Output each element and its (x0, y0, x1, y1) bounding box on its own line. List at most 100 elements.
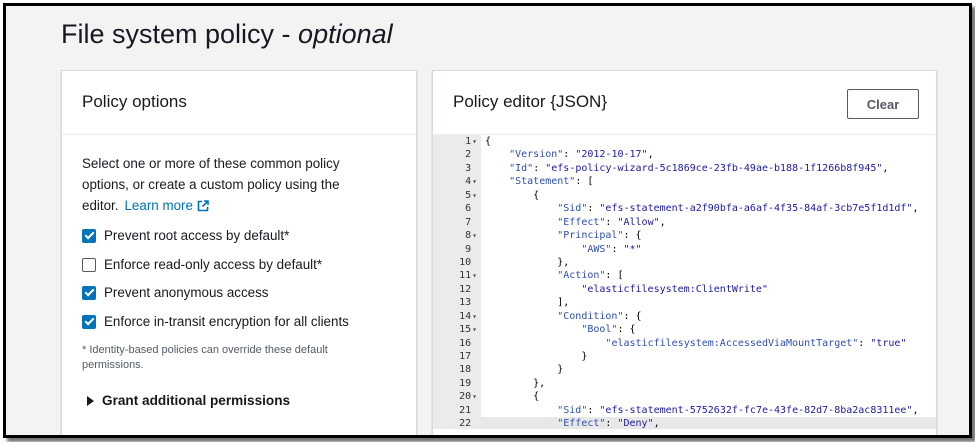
code-text: }, (485, 377, 546, 389)
code-line[interactable]: 20▾ { (433, 390, 936, 404)
learn-more-link[interactable]: Learn more (124, 198, 209, 213)
code-line[interactable]: 12 "elasticfilesystem:ClientWrite" (433, 282, 936, 297)
code-text: "elasticfilesystem:AccessedViaMountTarge… (605, 337, 907, 349)
fold-arrow-icon[interactable]: ▾ (472, 325, 477, 334)
code-line[interactable]: 3 "Id": "efs-policy-wizard-5c1869ce-23fb… (433, 161, 936, 176)
checkbox-prevent-anonymous[interactable]: Prevent anonymous access (82, 285, 269, 300)
code-line[interactable]: 14▾ "Condition": { (433, 309, 936, 324)
code-text: "Principal": { (557, 230, 642, 242)
code-line[interactable]: 19 }, (433, 376, 936, 391)
checkbox-icon[interactable] (82, 314, 96, 329)
code-line[interactable]: 5▾ { (433, 188, 936, 203)
grant-additional-permissions-toggle[interactable]: Grant additional permissions (87, 393, 290, 408)
line-number: 20▾ (433, 390, 481, 404)
line-number: 17 (433, 350, 481, 364)
page-title-optional: optional (298, 19, 393, 49)
code-line[interactable]: 8▾ "Principal": { (433, 229, 936, 243)
checkbox-enforce-read-only[interactable]: Enforce read-only access by default* (82, 257, 322, 272)
code-text: "Version": "2012-10-17", (509, 149, 654, 161)
description-text: Select one or more of these common polic… (82, 156, 340, 213)
checkbox-label: Prevent anonymous access (104, 285, 269, 300)
code-text: "Statement": [ (509, 176, 594, 188)
code-line[interactable]: 15▾ "Bool": { (433, 323, 936, 337)
checkbox-icon[interactable] (82, 228, 96, 243)
identity-policy-footnote: * Identity-based policies can override t… (82, 344, 328, 371)
fold-arrow-icon[interactable]: ▾ (472, 231, 477, 240)
code-line[interactable]: 16 "elasticfilesystem:AccessedViaMountTa… (433, 336, 936, 350)
checkbox-label: Prevent root access by default* (104, 228, 290, 243)
policy-options-title: Policy options (82, 92, 187, 111)
checkbox-enforce-in-transit[interactable]: Enforce in-transit encryption for all cl… (82, 314, 349, 329)
line-number: 18 (433, 363, 481, 377)
checkbox-icon[interactable] (82, 257, 96, 272)
code-line[interactable]: 2 "Version": "2012-10-17", (433, 148, 936, 162)
line-number: 10 (433, 255, 481, 270)
code-line[interactable]: 6 "Sid": "efs-statement-a2f90bfa-a6af-4f… (433, 202, 936, 216)
policy-options-header: Policy options (62, 71, 416, 135)
code-text: }, (485, 256, 570, 268)
line-number: 19 (433, 376, 481, 391)
code-text: "Effect": "Allow", (557, 216, 666, 228)
caret-right-icon (87, 395, 94, 406)
line-number: 21 (433, 403, 481, 418)
code-text: "AWS": "*" (581, 243, 642, 255)
line-number: 9 (433, 242, 481, 256)
code-line[interactable]: 4▾ "Statement": [ (433, 175, 936, 189)
json-code-editor[interactable]: 1▾ {2 "Version": "2012-10-17", 3 "Id": "ef… (433, 135, 936, 429)
screenshot-frame: File system policy - optional Policy opt… (3, 3, 972, 438)
code-line[interactable]: 21 "Sid": "efs-statement-5752632f-fc7e-4… (433, 403, 936, 418)
clear-button[interactable]: Clear (847, 89, 919, 119)
policy-editor-panel: Policy editor {JSON} Clear 1▾ {2 "Version… (432, 70, 937, 435)
code-line[interactable]: 1▾ { (433, 135, 936, 149)
fold-arrow-icon[interactable]: ▾ (472, 392, 477, 401)
policy-editor-title: Policy editor {JSON} (453, 92, 608, 111)
line-number: 3 (433, 161, 481, 176)
code-line[interactable]: 7 "Effect": "Allow", (433, 215, 936, 230)
checkbox-prevent-root[interactable]: Prevent root access by default* (82, 228, 289, 243)
fold-arrow-icon[interactable]: ▾ (472, 312, 477, 321)
fold-arrow-icon[interactable]: ▾ (472, 137, 477, 146)
code-text: "Id": "efs-policy-wizard-5c1869ce-23fb-4… (509, 162, 889, 174)
code-text: } (485, 364, 564, 376)
line-number: 7 (433, 215, 481, 230)
code-text: { (485, 136, 492, 147)
code-line[interactable]: 22 "Effect": "Deny", (433, 417, 936, 429)
line-number: 4▾ (433, 175, 481, 189)
code-line[interactable]: 10 }, (433, 255, 936, 270)
code-text: "Action": [ (557, 270, 624, 282)
checkbox-icon[interactable] (82, 285, 96, 300)
page-title: File system policy - optional (61, 19, 393, 50)
code-text: "Condition": { (557, 310, 642, 322)
line-number: 16 (433, 336, 481, 350)
line-number: 14▾ (433, 309, 481, 324)
learn-more-label: Learn more (124, 198, 193, 213)
fold-arrow-icon[interactable]: ▾ (472, 271, 477, 280)
code-text: } (485, 351, 588, 362)
code-text: { (485, 391, 540, 403)
grant-additional-permissions-label: Grant additional permissions (102, 393, 291, 408)
line-number: 12 (433, 282, 481, 297)
code-line[interactable]: 17 } (433, 350, 936, 364)
line-number: 15▾ (433, 323, 481, 337)
line-number: 1▾ (433, 135, 481, 149)
code-line[interactable]: 13 ], (433, 296, 936, 310)
fold-arrow-icon[interactable]: ▾ (472, 177, 477, 186)
code-line[interactable]: 18 } (433, 363, 936, 377)
line-number: 6 (433, 202, 481, 216)
policy-options-panel: Policy options Select one or more of the… (61, 70, 417, 435)
policy-options-description: Select one or more of these common polic… (82, 153, 372, 218)
code-line[interactable]: 11▾ "Action": [ (433, 269, 936, 283)
fold-arrow-icon[interactable]: ▾ (472, 191, 477, 200)
code-line[interactable]: 9 "AWS": "*" (433, 242, 936, 256)
